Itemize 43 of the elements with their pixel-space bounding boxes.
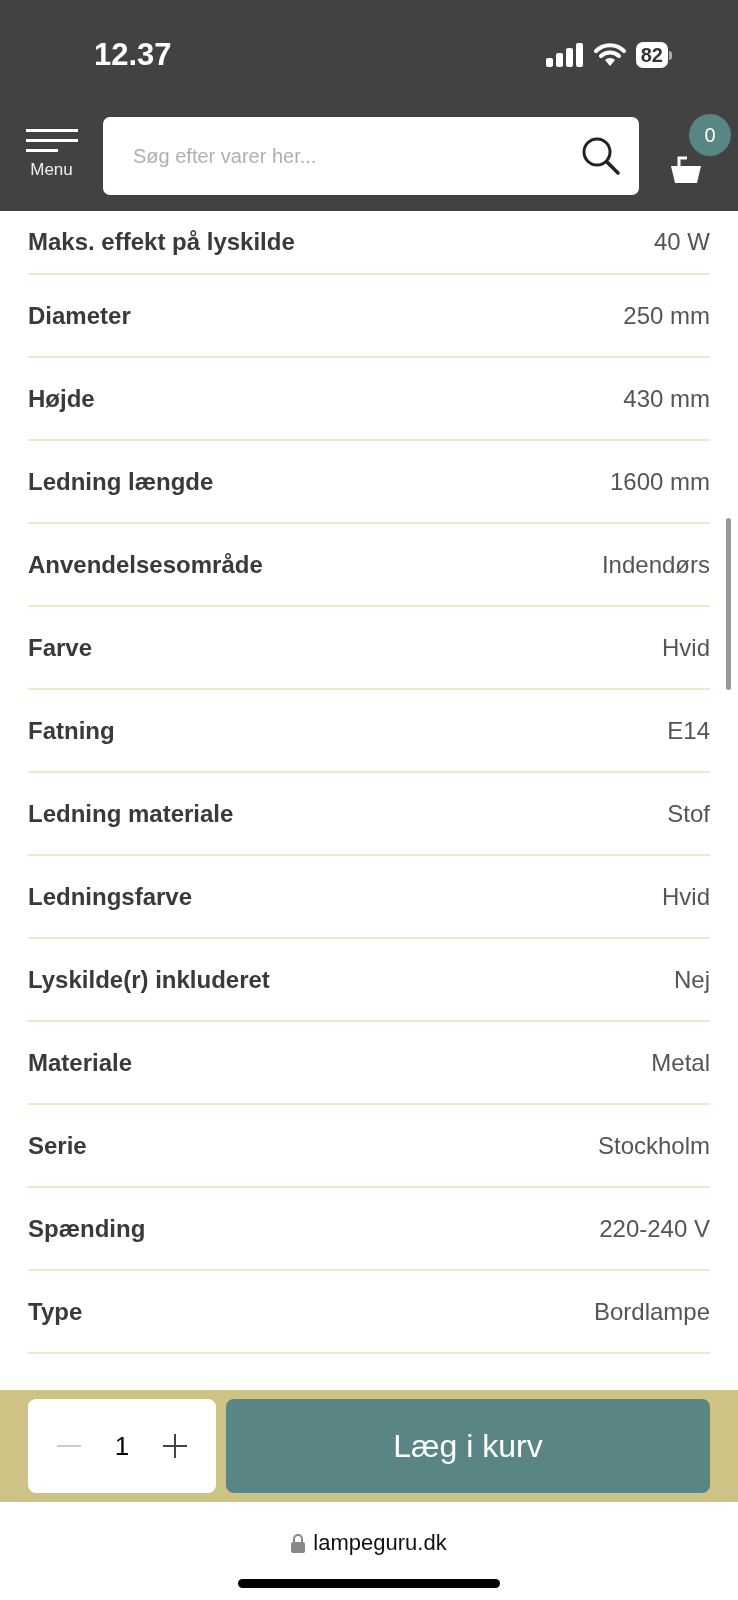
plus-icon[interactable] xyxy=(163,1434,188,1458)
quantity-value[interactable]: 1 xyxy=(114,1426,130,1466)
cart-count-badge: 0 xyxy=(689,114,731,156)
spec-label: Materiale xyxy=(28,1047,133,1078)
spec-label: Spænding xyxy=(28,1213,146,1244)
menu-icon[interactable] xyxy=(25,129,78,154)
spec-value: 40 W xyxy=(654,227,710,257)
spec-value: Nej xyxy=(674,964,710,995)
spec-value: Hvid xyxy=(662,632,710,663)
menu-label[interactable]: Menu xyxy=(30,157,73,183)
spec-label: Farve xyxy=(28,632,93,663)
spec-value: E14 xyxy=(667,715,710,746)
spec-value: 430 mm xyxy=(623,383,710,414)
lock-icon xyxy=(291,1532,306,1553)
spec-value: 1600 mm xyxy=(609,466,710,497)
spec-value: Indendørs xyxy=(601,549,710,580)
spec-value: Bordlampe xyxy=(593,1296,710,1327)
spec-value: Metal xyxy=(651,1047,710,1078)
spec-label: Ledning længde xyxy=(28,466,214,497)
spec-value: 250 mm xyxy=(623,300,710,331)
spec-value: Stockholm xyxy=(597,1130,710,1161)
spec-label: Serie xyxy=(28,1130,87,1161)
status-time: 12.37 xyxy=(94,35,172,74)
spec-label: Ledning materiale xyxy=(28,798,234,829)
spec-label: Lyskilde(r) inkluderet xyxy=(28,964,270,995)
spec-value: Stof xyxy=(667,798,710,829)
spec-label: Ledningsfarve xyxy=(28,881,193,912)
url-text[interactable]: lampeguru.dk xyxy=(313,1526,447,1559)
quantity-stepper[interactable]: 1 xyxy=(28,1399,216,1493)
wifi-icon xyxy=(593,43,626,67)
spec-label: Diameter xyxy=(28,300,131,331)
search-icon[interactable] xyxy=(581,136,621,176)
spec-label: Fatning xyxy=(28,715,115,746)
spec-label: Maks. effekt på lyskilde xyxy=(28,227,295,257)
spec-label: Højde xyxy=(28,383,95,414)
add-to-cart-button[interactable]: Læg i kurv xyxy=(226,1399,710,1493)
spec-value: 220-240 V xyxy=(599,1213,710,1244)
signal-icon xyxy=(545,43,584,67)
spec-label: Anvendelsesområde xyxy=(28,549,263,580)
spec-label: Type xyxy=(28,1296,83,1327)
basket-icon[interactable] xyxy=(669,156,703,184)
search-field[interactable]: Søg efter varer her... xyxy=(103,117,639,195)
spec-value: Hvid xyxy=(662,881,710,912)
